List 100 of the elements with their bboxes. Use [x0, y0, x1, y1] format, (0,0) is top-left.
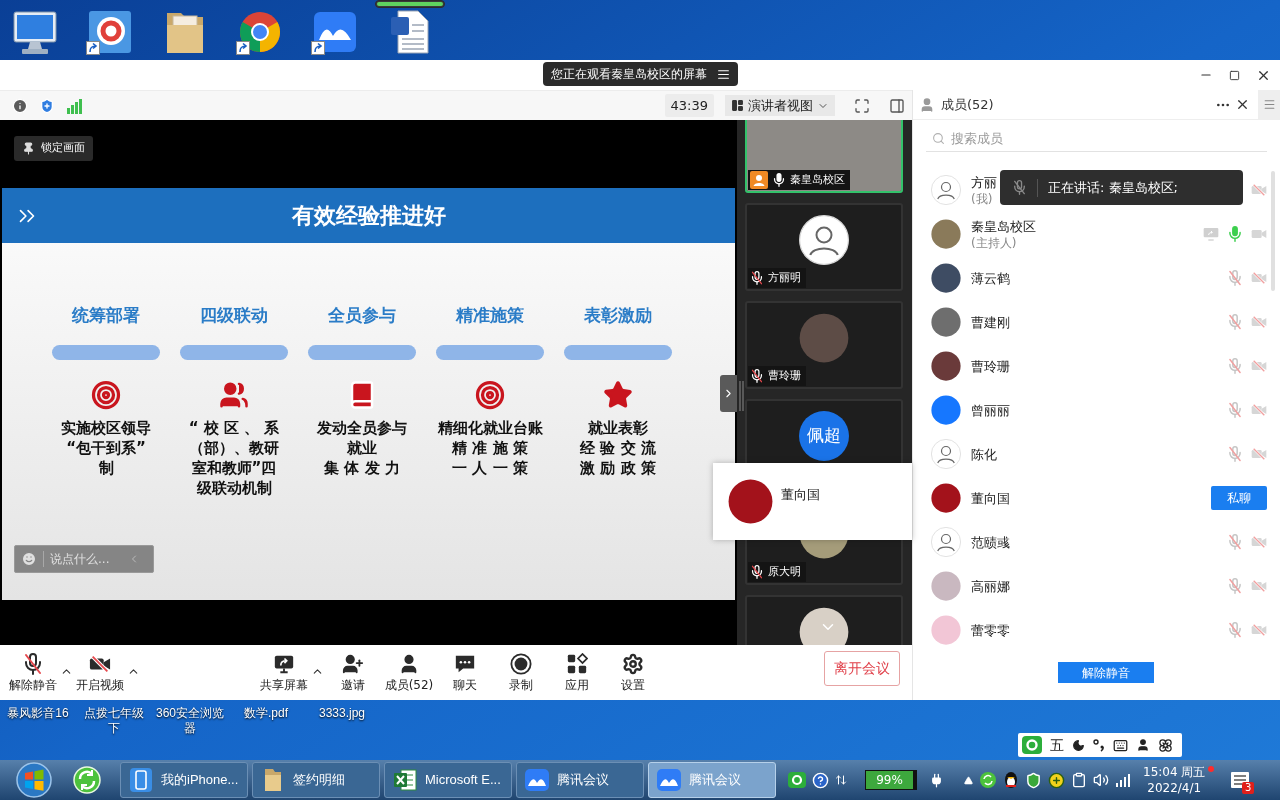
avatar-icon: [799, 215, 849, 265]
clock-time[interactable]: 15:04 周五: [1143, 764, 1206, 780]
app-icon: [525, 767, 549, 793]
file-label[interactable]: 3333.jpg: [307, 706, 377, 721]
column-heading: 四级联动: [200, 305, 268, 325]
start-button[interactable]: [13, 761, 55, 799]
refresh-icon[interactable]: [72, 765, 102, 795]
people-icon: [219, 380, 249, 410]
punctuation-icon[interactable]: [1093, 738, 1105, 752]
side-panel-icon[interactable]: [889, 97, 905, 114]
moon-icon[interactable]: [1072, 738, 1085, 752]
close-icon[interactable]: [1235, 97, 1250, 112]
avatar-icon: [931, 351, 961, 381]
refresh-icon[interactable]: [979, 771, 997, 789]
toolbar-button[interactable]: 设置: [606, 653, 660, 693]
toolbar-button[interactable]: 共享屏幕: [257, 653, 311, 693]
pin-icon: [22, 142, 35, 155]
shield-icon[interactable]: [1025, 771, 1042, 789]
participant-name: 方丽明: [768, 269, 801, 286]
input-mode: 五: [1050, 735, 1064, 755]
plus-circle-icon[interactable]: [1048, 771, 1065, 789]
member-role: (我): [971, 190, 994, 207]
taskbar-button[interactable]: 签约明细: [252, 762, 380, 798]
member-name: 曾丽丽: [971, 401, 1010, 419]
notification-icon[interactable]: [1230, 770, 1251, 790]
column-heading: 统筹部署: [72, 305, 140, 325]
column-text: 室和教师”四: [191, 458, 277, 478]
show-hidden-icons-icon[interactable]: [964, 775, 973, 785]
unmute-all-button[interactable]: 解除静音: [1057, 662, 1154, 683]
view-mode-dropdown[interactable]: 演讲者视图: [725, 95, 835, 116]
collapse-handle[interactable]: [720, 375, 737, 412]
help-icon[interactable]: [812, 771, 829, 789]
list-icon[interactable]: [716, 67, 730, 81]
avatar-icon: [931, 439, 961, 469]
member-name: 曹建刚: [971, 313, 1010, 331]
shield-icon[interactable]: [39, 97, 55, 114]
app-icon: [657, 767, 681, 793]
keyboard-icon[interactable]: [1113, 737, 1128, 753]
file-label[interactable]: 360安全浏览器: [155, 706, 225, 736]
input-method-icon[interactable]: [1022, 736, 1042, 754]
avatar-icon: [931, 395, 961, 425]
search-field[interactable]: 搜索成员: [951, 126, 1267, 150]
column-heading: 全员参与: [328, 305, 396, 325]
toolbar-button[interactable]: 邀请: [326, 653, 380, 693]
maximize-icon: [1229, 69, 1240, 81]
settings-icon: [622, 653, 644, 675]
member-name: 秦皇岛校区: [971, 217, 1036, 235]
browser-icon[interactable]: [86, 9, 134, 55]
fullscreen-icon[interactable]: [854, 97, 870, 114]
status-dot-icon: [1208, 766, 1215, 772]
column-text: 发动全员参与: [317, 418, 407, 438]
person-icon[interactable]: [1136, 738, 1150, 752]
info-icon[interactable]: [12, 97, 28, 114]
member-name: 薄云鹤: [971, 269, 1010, 287]
member-role: (主持人): [971, 234, 1018, 251]
toolbar-button[interactable]: 解除静音: [6, 653, 60, 693]
initials-avatar: 佩超: [799, 411, 849, 461]
taskbar-button[interactable]: Microsoft E...: [384, 762, 512, 798]
taskbar-button[interactable]: 我的iPhone...: [120, 762, 248, 798]
file-label[interactable]: 暴风影音16: [3, 706, 73, 721]
battery-indicator: 99%: [865, 770, 917, 790]
menu-icon: [1262, 98, 1276, 111]
smiley-icon[interactable]: [21, 551, 37, 567]
column-text: 就业: [347, 438, 377, 458]
target-icon: [475, 380, 505, 410]
clipboard-icon[interactable]: [1071, 772, 1087, 788]
toolbar-button[interactable]: 开启视频: [73, 653, 127, 693]
lock-view-button[interactable]: 锁定画面: [14, 136, 93, 161]
member-name: 方丽: [971, 173, 997, 191]
toolbar-button[interactable]: 聊天: [438, 653, 492, 693]
taskbar-button[interactable]: 腾讯会议: [516, 762, 644, 798]
flower-icon[interactable]: [1158, 737, 1173, 753]
leave-meeting-button[interactable]: 离开会议: [824, 651, 900, 686]
arrows-icon[interactable]: [835, 774, 847, 786]
file-label[interactable]: 点拨七年级下: [79, 706, 149, 736]
app-icon[interactable]: [311, 9, 359, 55]
toolbar-button[interactable]: 成员(52): [382, 653, 436, 693]
private-chat-button[interactable]: 私聊: [1211, 486, 1267, 510]
computer-icon[interactable]: [11, 9, 59, 55]
tooltip-text: 正在讲话: 秦皇岛校区;: [1048, 178, 1178, 197]
resize-handle-icon[interactable]: [738, 381, 744, 411]
participant-name: 秦皇岛校区: [790, 171, 845, 188]
plug-icon[interactable]: [929, 772, 944, 788]
signal-icon[interactable]: [1115, 773, 1131, 787]
participant-name: 原大明: [768, 563, 801, 580]
column-text: 集 体 发 力: [324, 458, 400, 478]
participant-name: 曹玲珊: [768, 367, 801, 384]
chat-input[interactable]: 说点什么...: [50, 550, 128, 568]
avatar-icon: [931, 615, 961, 645]
avatar-icon: [728, 479, 773, 524]
toolbar-button[interactable]: 应用: [550, 653, 604, 693]
notification-badge: 3: [1242, 782, 1255, 794]
file-label[interactable]: 数学.pdf: [231, 706, 301, 721]
speaker-icon[interactable]: [1093, 772, 1109, 788]
toolbar-button[interactable]: 录制: [494, 653, 548, 693]
chat-bar[interactable]: 说点什么...: [14, 545, 154, 573]
penguin-icon[interactable]: [1003, 771, 1019, 789]
clock-date[interactable]: 2022/4/1: [1147, 780, 1202, 796]
input-method-icon[interactable]: [788, 772, 806, 788]
column-text: 精 准 施 策: [452, 438, 528, 458]
